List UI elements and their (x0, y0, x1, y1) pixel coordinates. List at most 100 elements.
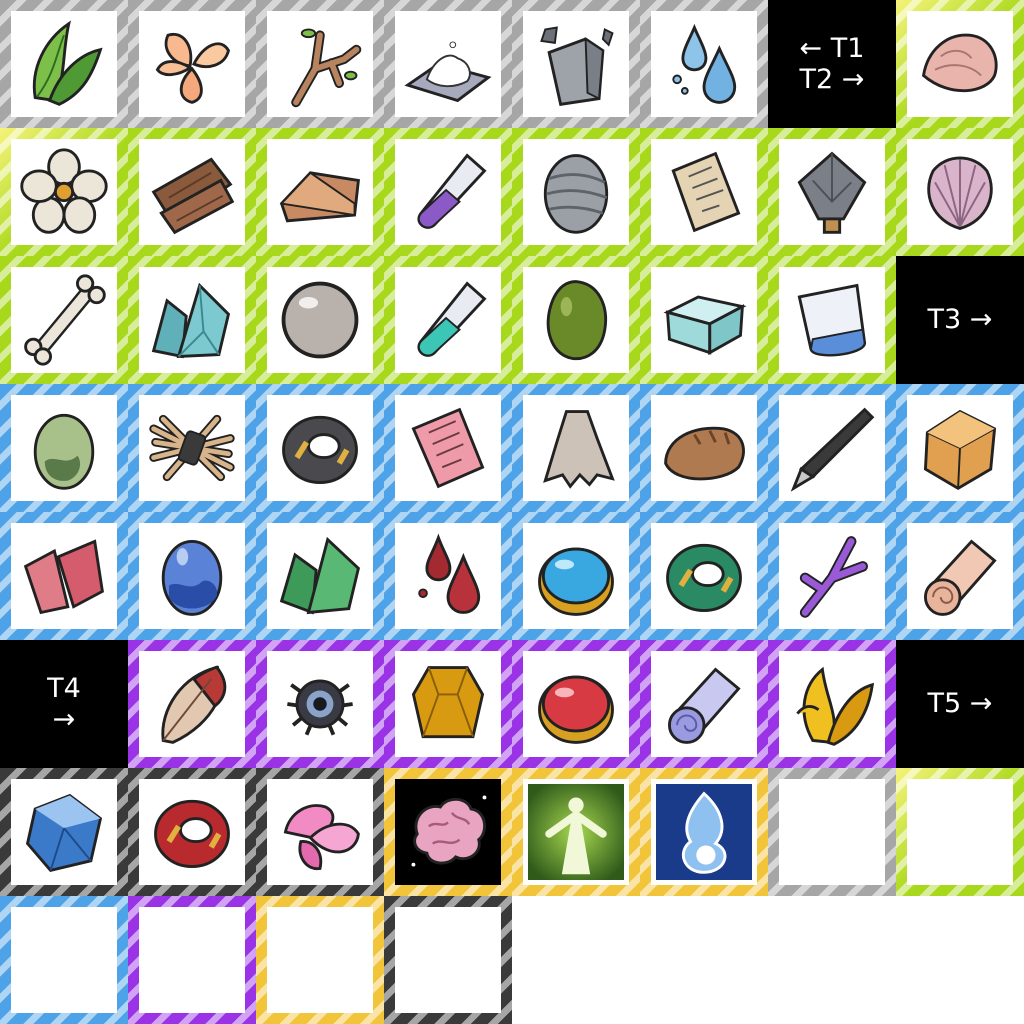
blue-diamond-icon (25, 793, 103, 873)
slot-wood-planks[interactable] (128, 128, 256, 256)
sapphire-gem-icon (538, 547, 614, 616)
tier-label-text: T4 → (47, 672, 81, 735)
cloth-bundle-icon (543, 154, 609, 234)
pink-shell-icon (921, 33, 998, 93)
slot-topaz-gem[interactable] (384, 640, 512, 768)
empty-slot-icon (395, 907, 501, 1013)
pink-letter-icon (411, 407, 485, 489)
slot-pearl[interactable] (256, 256, 384, 384)
brain-skill-icon (400, 784, 496, 880)
slot-blue-diamond[interactable] (0, 768, 128, 896)
slot-pink-letter[interactable] (384, 384, 512, 512)
slot-cloth-tatters[interactable] (512, 384, 640, 512)
slot-teal-potion-vial[interactable] (384, 256, 512, 384)
bread-loaf-icon (664, 426, 745, 481)
slot-ruby-gem[interactable] (512, 640, 640, 768)
slot-parchment-scroll[interactable] (640, 128, 768, 256)
teal-potion-vial-icon (417, 281, 487, 357)
slot-leather-roll[interactable] (896, 512, 1024, 640)
green-gem-icon (546, 280, 608, 361)
slot-blood-drops[interactable] (384, 512, 512, 640)
purple-potion-vial-icon (417, 153, 487, 229)
white-flower-icon (20, 148, 108, 234)
slot-purple-branch[interactable] (768, 512, 896, 640)
slot-green-egg[interactable] (0, 384, 128, 512)
slot-straw-bundle[interactable] (128, 384, 256, 512)
tier-label-t3: T3 → (896, 256, 1024, 384)
twig-icon (291, 28, 362, 108)
slot-white-flower[interactable] (0, 128, 128, 256)
bone-icon (24, 274, 106, 366)
slot-salt-pile[interactable] (384, 0, 512, 128)
wood-planks-icon (151, 157, 235, 235)
slot-emerald-crystal[interactable] (256, 512, 384, 640)
slot-cloth-bundle[interactable] (512, 128, 640, 256)
parchment-scroll-icon (671, 151, 741, 233)
slot-peach-petals[interactable] (128, 0, 256, 128)
spider-eye-icon (287, 679, 353, 736)
slot-water-drops[interactable] (640, 0, 768, 128)
slot-golden-leaf[interactable] (768, 640, 896, 768)
water-flame-skill-icon (656, 784, 752, 880)
golden-leaf-icon (796, 666, 875, 746)
slot-green-gem[interactable] (512, 256, 640, 384)
red-feather-icon (161, 665, 227, 744)
teal-crystal-icon (151, 282, 231, 359)
slot-ice-block[interactable] (640, 256, 768, 384)
empty-slot-gold[interactable] (256, 896, 384, 1024)
slot-sapphire-gem[interactable] (512, 512, 640, 640)
slot-spider-eye[interactable] (256, 640, 384, 768)
slot-bread-loaf[interactable] (640, 384, 768, 512)
empty-slot-blue[interactable] (0, 896, 128, 1024)
slot-amber-cube[interactable] (896, 384, 1024, 512)
amber-cube-icon (923, 409, 997, 490)
slot-crimson-ring[interactable] (128, 768, 256, 896)
slot-bone[interactable] (0, 256, 128, 384)
copper-ingot-icon (279, 171, 360, 223)
salt-pile-icon (404, 41, 492, 103)
slot-twig[interactable] (256, 0, 384, 128)
slot-purple-potion-vial[interactable] (384, 128, 512, 256)
empty-slot-grey[interactable] (768, 768, 896, 896)
empty-slot-dark[interactable] (384, 896, 512, 1024)
slot-green-leaf[interactable] (0, 0, 128, 128)
slot-pink-shell[interactable] (896, 0, 1024, 128)
slot-pink-petals[interactable] (256, 768, 384, 896)
tier-label-t4: T4 → (0, 640, 128, 768)
slot-stone-chunk[interactable] (512, 0, 640, 128)
tier-label-t1-t2: ← T1 T2 → (768, 0, 896, 128)
empty-slot-icon (139, 907, 245, 1013)
spirit-skill-icon (528, 784, 624, 880)
slot-blue-egg[interactable] (128, 512, 256, 640)
slot-red-feather[interactable] (128, 640, 256, 768)
peach-petals-icon (155, 32, 231, 104)
empty-slot-purple[interactable] (128, 896, 256, 1024)
slot-copper-ingot[interactable] (256, 128, 384, 256)
slot-brain-skill[interactable] (384, 768, 512, 896)
slot-spirit-skill[interactable] (512, 768, 640, 896)
tier-label-text: T5 → (927, 688, 993, 720)
slot-clam-shell[interactable] (896, 128, 1024, 256)
purple-branch-icon (799, 536, 868, 618)
slot-glass-cup[interactable] (768, 256, 896, 384)
slot-red-crystal-shards[interactable] (0, 512, 128, 640)
crimson-ring-icon (154, 799, 230, 868)
topaz-gem-icon (411, 666, 485, 739)
slot-water-flame-skill[interactable] (640, 768, 768, 896)
green-leaf-icon (32, 20, 103, 106)
slot-flint-arrowhead[interactable] (768, 128, 896, 256)
slot-teal-crystal[interactable] (128, 256, 256, 384)
lavender-fabric-roll-icon (668, 667, 741, 744)
slot-lavender-fabric-roll[interactable] (640, 640, 768, 768)
tier-label-t5: T5 → (896, 640, 1024, 768)
red-crystal-shards-icon (23, 539, 104, 615)
cloth-tatters-icon (543, 410, 615, 489)
slot-quill-pen[interactable] (768, 384, 896, 512)
empty-slot-green[interactable] (896, 768, 1024, 896)
pearl-icon (281, 281, 359, 359)
item-icon-sheet: ← T1 T2 → T3 → T4 → T5 → (0, 0, 1024, 1024)
slot-iron-ring[interactable] (256, 384, 384, 512)
slot-jade-ring[interactable] (640, 512, 768, 640)
empty-slot-icon (11, 907, 117, 1013)
quill-pen-icon (790, 407, 875, 492)
